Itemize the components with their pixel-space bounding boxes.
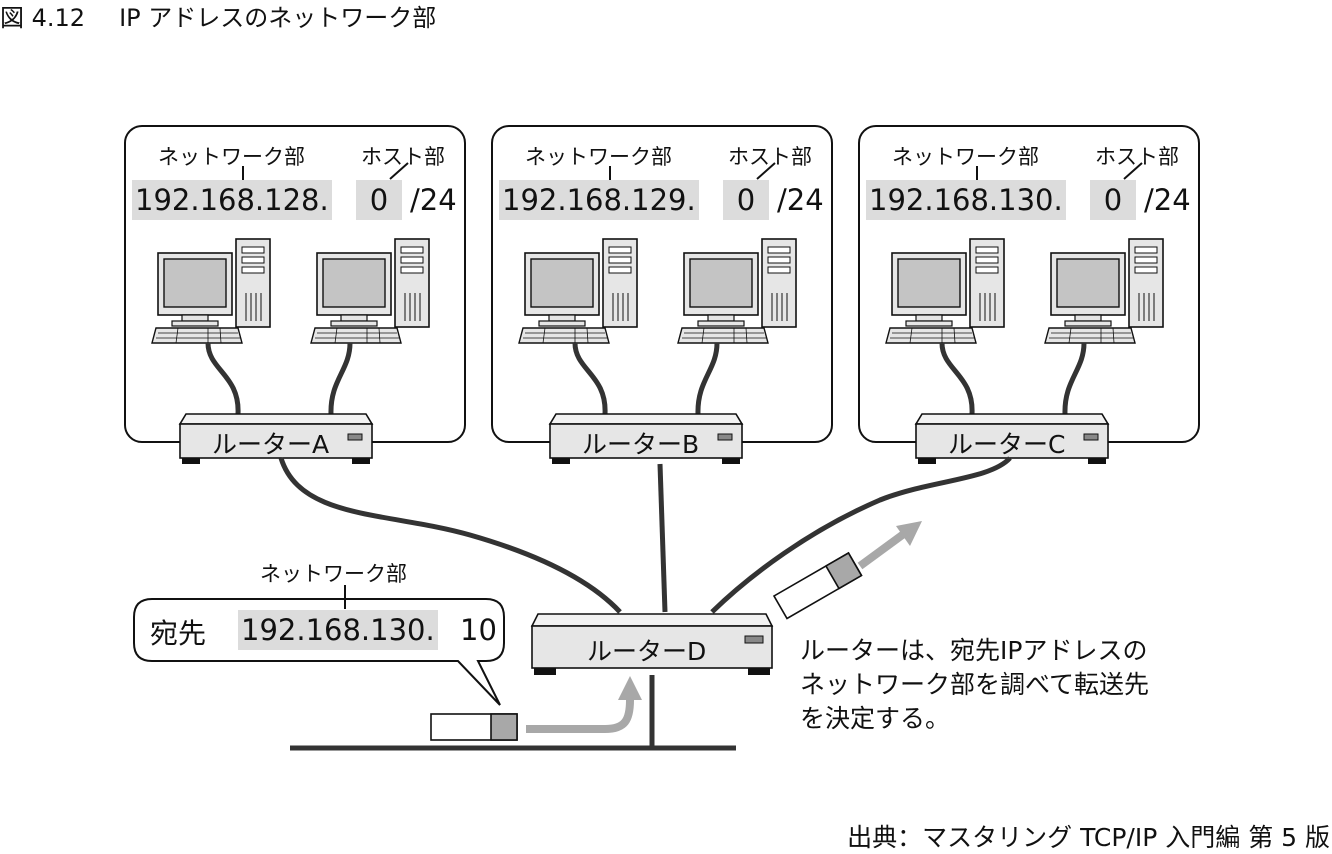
router-a-label: ルーターA bbox=[212, 430, 330, 459]
router-c-label: ルーターC bbox=[948, 430, 1066, 459]
pc-icon bbox=[885, 238, 1005, 344]
packet-ip-host: 10 bbox=[460, 613, 497, 647]
pc-icon bbox=[310, 238, 430, 344]
pc-icon bbox=[677, 238, 797, 344]
pc-icon bbox=[1044, 238, 1164, 344]
indicator-lines bbox=[242, 162, 1143, 180]
pc-cables bbox=[205, 342, 1087, 415]
router-d-label: ルーターD bbox=[587, 637, 707, 666]
packet-ip-network: 192.168.130. bbox=[238, 610, 438, 650]
router-b-label: ルーターB bbox=[582, 430, 700, 459]
pc-icon bbox=[151, 238, 271, 344]
explanation-text: ルーターは、宛先IPアドレスのネットワーク部を調べて転送先を決定する。 bbox=[800, 636, 1150, 733]
pc-icon bbox=[518, 238, 638, 344]
destination-label: 宛先 bbox=[150, 617, 207, 650]
packet-network-part-label: ネットワーク部 bbox=[260, 562, 407, 586]
source-credit: 出典：マスタリング TCP/IP 入門編 第 5 版 bbox=[847, 823, 1330, 852]
packet-icon bbox=[430, 713, 518, 741]
packet-icon bbox=[772, 551, 863, 620]
